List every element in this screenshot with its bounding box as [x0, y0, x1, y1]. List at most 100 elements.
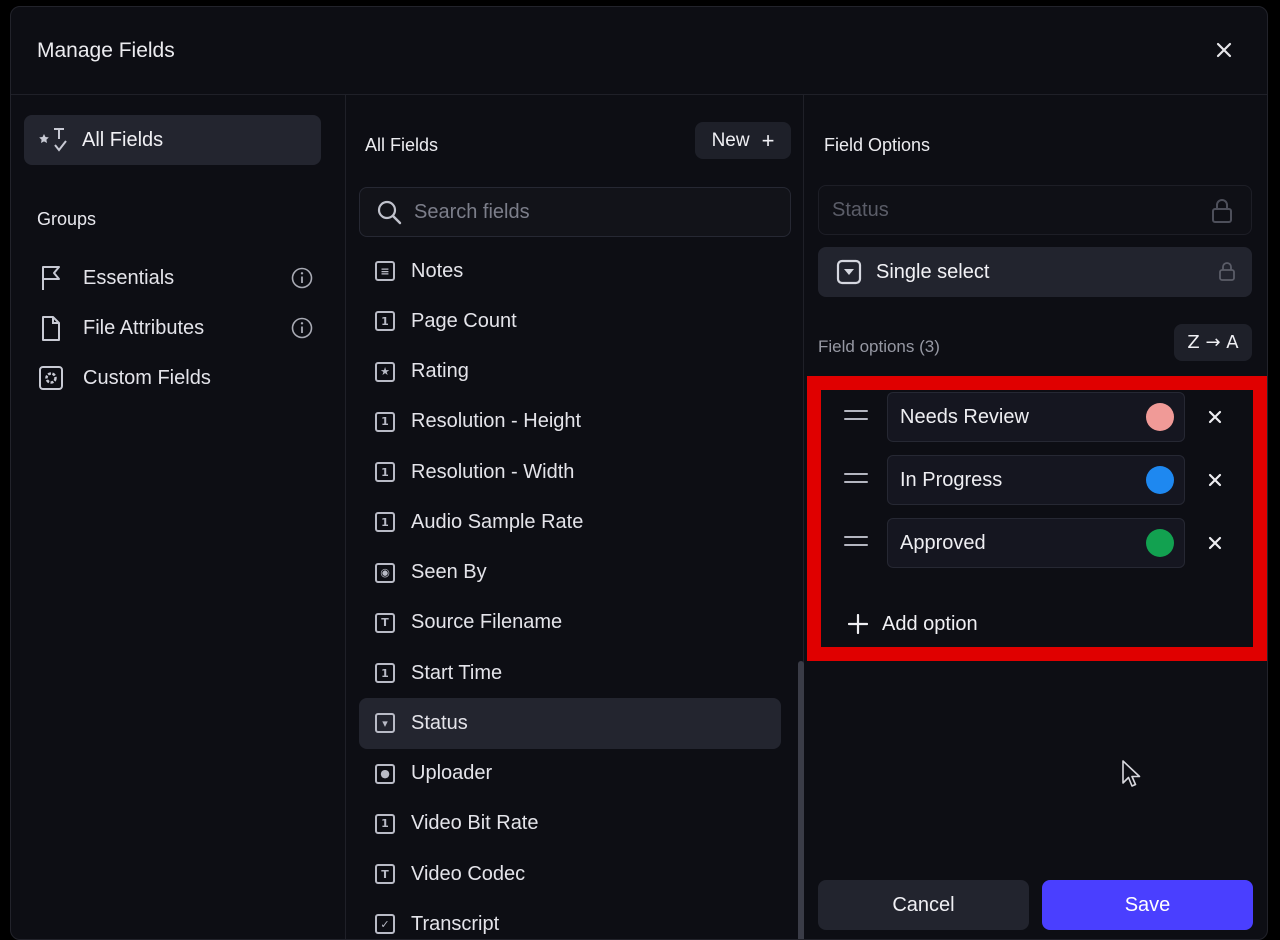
field-item-label: Resolution - Width: [411, 460, 575, 483]
flag-icon: [42, 266, 60, 290]
checkbox-field-icon: ✓: [375, 914, 395, 935]
rating-field-icon: ★: [375, 361, 395, 382]
sidebar-item-essentials[interactable]: Essentials: [37, 261, 327, 295]
option-name-field[interactable]: [887, 392, 1185, 442]
field-item-start-time[interactable]: 1 Start Time: [359, 648, 781, 698]
option-name-field[interactable]: [887, 455, 1185, 505]
option-row-in-progress: [834, 455, 1234, 505]
field-list: ≡ Notes 1 Page Count ★ Rating 1 Resoluti…: [359, 246, 781, 939]
sidebar-item-label: File Attributes: [83, 316, 205, 339]
field-name-box: [818, 185, 1252, 235]
option-row-needs-review: [834, 392, 1234, 442]
save-button[interactable]: Save: [1042, 880, 1253, 930]
search-fields-box[interactable]: [359, 187, 791, 237]
field-item-source-filename[interactable]: T Source Filename: [359, 598, 781, 648]
field-options-title: Field Options: [824, 135, 931, 155]
option-row-approved: [834, 518, 1234, 568]
modal-header: Manage Fields: [11, 7, 1267, 95]
number-field-icon: 1: [375, 663, 395, 684]
field-options-panel: Field Options Single select Field option…: [804, 95, 1267, 939]
new-field-button[interactable]: New +: [695, 122, 791, 159]
field-item-page-count[interactable]: 1 Page Count: [359, 296, 781, 346]
info-icon[interactable]: [291, 317, 313, 339]
plus-icon: +: [761, 127, 775, 153]
remove-option-button[interactable]: [1202, 404, 1228, 430]
remove-option-button[interactable]: [1202, 530, 1228, 556]
field-item-uploader[interactable]: ● Uploader: [359, 749, 781, 799]
single-select-icon: [836, 259, 862, 285]
field-item-label: Rating: [411, 360, 469, 383]
drag-handle-icon[interactable]: [844, 473, 868, 487]
users-field-icon: ◉: [375, 562, 395, 583]
sidebar-item-all-fields[interactable]: All Fields: [24, 115, 321, 165]
long-text-field-icon: ≡: [375, 261, 395, 282]
field-options-count: Field options (3): [818, 337, 940, 356]
field-item-label: Source Filename: [411, 611, 563, 634]
field-item-seen-by[interactable]: ◉ Seen By: [359, 548, 781, 598]
option-name-input[interactable]: [900, 405, 1130, 429]
close-button[interactable]: [1211, 37, 1237, 63]
info-icon[interactable]: [291, 267, 313, 289]
option-color-swatch[interactable]: [1146, 529, 1174, 557]
field-item-label: Audio Sample Rate: [411, 510, 584, 533]
sidebar-item-label: Custom Fields: [83, 366, 211, 389]
sidebar-item-label: Essentials: [83, 266, 175, 289]
manage-fields-modal: Manage Fields All Fields Groups Essentia…: [10, 6, 1268, 940]
add-option-button[interactable]: Add option: [848, 609, 978, 639]
number-field-icon: 1: [375, 462, 395, 483]
field-item-label: Page Count: [411, 309, 517, 332]
field-item-video-codec[interactable]: T Video Codec: [359, 849, 781, 899]
close-icon: [1208, 536, 1222, 550]
gear-box-icon: [39, 366, 63, 390]
groups-heading: Groups: [37, 209, 97, 229]
field-item-label: Video Bit Rate: [411, 812, 539, 835]
field-item-label: Resolution - Height: [411, 410, 582, 433]
file-icon: [42, 316, 60, 341]
lock-icon: [1219, 262, 1235, 281]
sidebar-item-file-attributes[interactable]: File Attributes: [37, 311, 327, 345]
option-name-field[interactable]: [887, 518, 1185, 568]
number-field-icon: 1: [375, 411, 395, 432]
close-icon: [1208, 473, 1222, 487]
close-icon: [1216, 42, 1232, 58]
field-item-label: Status: [411, 711, 468, 734]
text-field-icon: T: [375, 864, 395, 885]
sidebar-item-label: All Fields: [82, 128, 164, 151]
field-item-label: Seen By: [411, 561, 487, 584]
fields-column-title: All Fields: [365, 135, 439, 155]
field-item-rating[interactable]: ★ Rating: [359, 347, 781, 397]
option-name-input[interactable]: [900, 468, 1130, 492]
field-item-audio-sample-rate[interactable]: 1 Audio Sample Rate: [359, 497, 781, 547]
sort-options-button[interactable]: Z → A: [1174, 324, 1252, 361]
field-item-label: Start Time: [411, 661, 503, 684]
number-field-icon: 1: [375, 512, 395, 533]
field-item-status[interactable]: ▾ Status: [359, 698, 781, 749]
field-item-notes[interactable]: ≡ Notes: [359, 246, 781, 296]
user-field-icon: ●: [375, 763, 395, 784]
close-icon: [1208, 410, 1222, 424]
cancel-button[interactable]: Cancel: [818, 880, 1029, 930]
add-option-label: Add option: [882, 612, 978, 635]
remove-option-button[interactable]: [1202, 467, 1228, 493]
field-item-resolution-width[interactable]: 1 Resolution - Width: [359, 447, 781, 497]
mouse-cursor-icon: [1122, 760, 1141, 787]
field-item-video-bit-rate[interactable]: 1 Video Bit Rate: [359, 799, 781, 849]
field-item-resolution-height[interactable]: 1 Resolution - Height: [359, 397, 781, 447]
sidebar-item-custom-fields[interactable]: Custom Fields: [37, 361, 327, 395]
search-input[interactable]: [414, 200, 774, 224]
plus-icon: [848, 614, 868, 634]
drag-handle-icon[interactable]: [844, 536, 868, 550]
groups-sidebar: All Fields Groups Essentials File Attrib…: [11, 95, 346, 939]
option-color-swatch[interactable]: [1146, 466, 1174, 494]
lock-icon: [1212, 199, 1232, 223]
field-item-transcript[interactable]: ✓ Transcript: [359, 899, 781, 939]
field-item-label: Uploader: [411, 762, 493, 785]
new-field-label: New: [711, 129, 750, 151]
field-item-label: Notes: [411, 259, 464, 282]
field-item-label: Video Codec: [411, 862, 526, 885]
drag-handle-icon[interactable]: [844, 410, 868, 424]
option-color-swatch[interactable]: [1146, 403, 1174, 431]
field-types-icon: [39, 128, 67, 152]
number-field-icon: 1: [375, 311, 395, 332]
option-name-input[interactable]: [900, 531, 1130, 555]
